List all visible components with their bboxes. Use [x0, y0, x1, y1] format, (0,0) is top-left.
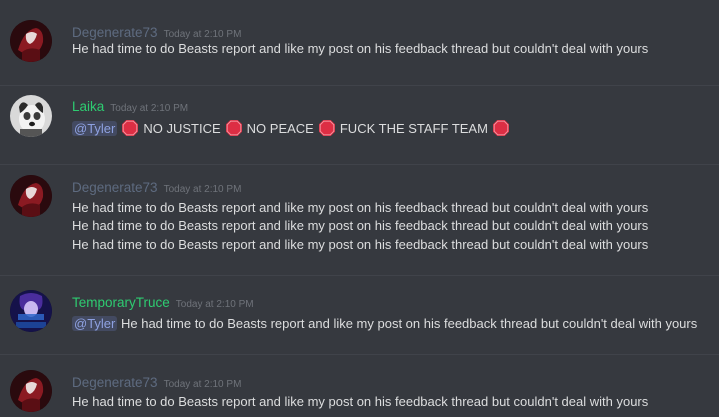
message-segment: NO JUSTICE: [143, 121, 221, 136]
avatar-degenerate73[interactable]: [10, 175, 52, 217]
user-mention[interactable]: @Tyler: [72, 121, 118, 136]
message-group: Degenerate73 Today at 2:10 PM He had time…: [0, 165, 719, 275]
message-text: @Tyler He had time to do Beasts report a…: [72, 315, 697, 333]
timestamp: Today at 2:10 PM: [163, 184, 242, 195]
dark-red-figure-avatar-icon: [10, 370, 52, 412]
message-text: He had time to do Beasts report and like…: [72, 394, 649, 409]
dark-red-figure-avatar-icon: [10, 175, 52, 217]
timestamp: Today at 2:10 PM: [163, 29, 242, 40]
message-header: TemporaryTruce Today at 2:10 PM: [72, 294, 254, 312]
message-text: He had time to do Beasts report and like…: [72, 200, 649, 215]
avatar-temporarytruce[interactable]: [10, 290, 52, 332]
username[interactable]: Degenerate73: [72, 180, 158, 195]
octagonal-sign-icon: [492, 119, 510, 137]
timestamp: Today at 2:10 PM: [175, 299, 254, 310]
message-header: Degenerate73 Today at 2:10 PM: [72, 179, 241, 197]
message-group: Degenerate73 Today at 2:10 PM He had time…: [0, 355, 719, 417]
message-text: He had time to do Beasts report and like…: [72, 41, 649, 56]
message-group: Degenerate73 Today at 2:10 PM He had time…: [0, 0, 719, 85]
message-text: @Tyler NO JUSTICE NO PEACE FUCK THE STAFF T…: [72, 119, 514, 138]
octagonal-sign-icon: [121, 119, 139, 137]
message-group: Laika Today at 2:10 PM @Tyler NO JUSTICE NO…: [0, 86, 719, 164]
octagonal-sign-icon: [225, 119, 243, 137]
dog-avatar-icon: [10, 95, 52, 137]
purple-character-avatar-icon: [10, 290, 52, 332]
message-body: He had time to do Beasts report and like…: [117, 316, 698, 331]
username[interactable]: Degenerate73: [72, 25, 158, 40]
chat-messages: Degenerate73 Today at 2:10 PM He had time…: [0, 0, 719, 417]
username[interactable]: TemporaryTruce: [72, 295, 170, 310]
message-header: Degenerate73 Today at 2:10 PM: [72, 374, 241, 392]
message-group: TemporaryTruce Today at 2:10 PM @Tyler He…: [0, 276, 719, 354]
avatar-degenerate73[interactable]: [10, 20, 52, 62]
message-text: He had time to do Beasts report and like…: [72, 237, 649, 252]
username[interactable]: Laika: [72, 99, 104, 114]
user-mention[interactable]: @Tyler: [72, 316, 118, 331]
message-header: Laika Today at 2:10 PM: [72, 98, 188, 116]
message-text: He had time to do Beasts report and like…: [72, 218, 649, 233]
avatar-degenerate73[interactable]: [10, 370, 52, 412]
username[interactable]: Degenerate73: [72, 375, 158, 390]
avatar-laika[interactable]: [10, 95, 52, 137]
timestamp: Today at 2:10 PM: [163, 379, 242, 390]
octagonal-sign-icon: [318, 119, 336, 137]
timestamp: Today at 2:10 PM: [110, 103, 189, 114]
message-segment: NO PEACE: [246, 121, 314, 136]
dark-red-figure-avatar-icon: [10, 20, 52, 62]
message-segment: FUCK THE STAFF TEAM: [339, 121, 488, 136]
